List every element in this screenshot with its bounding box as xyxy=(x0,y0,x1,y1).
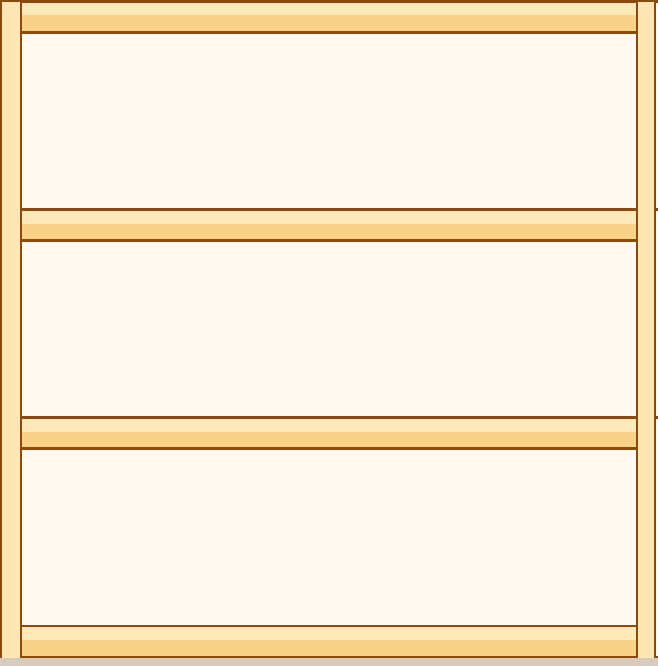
bookshelf xyxy=(0,0,658,660)
shelf-compartment-2[interactable] xyxy=(22,242,636,416)
middle-shelf-board-1 xyxy=(2,211,656,241)
floor-shadow xyxy=(0,658,658,666)
top-outline xyxy=(0,0,658,3)
right-post xyxy=(636,0,656,658)
top-shelf-board xyxy=(2,2,656,32)
middle-shelf-board-2 xyxy=(2,419,656,449)
bottom-shelf-board xyxy=(2,627,656,658)
left-post xyxy=(0,0,22,658)
shelf-compartment-3[interactable] xyxy=(22,450,636,625)
shelf-compartment-1[interactable] xyxy=(22,34,636,208)
